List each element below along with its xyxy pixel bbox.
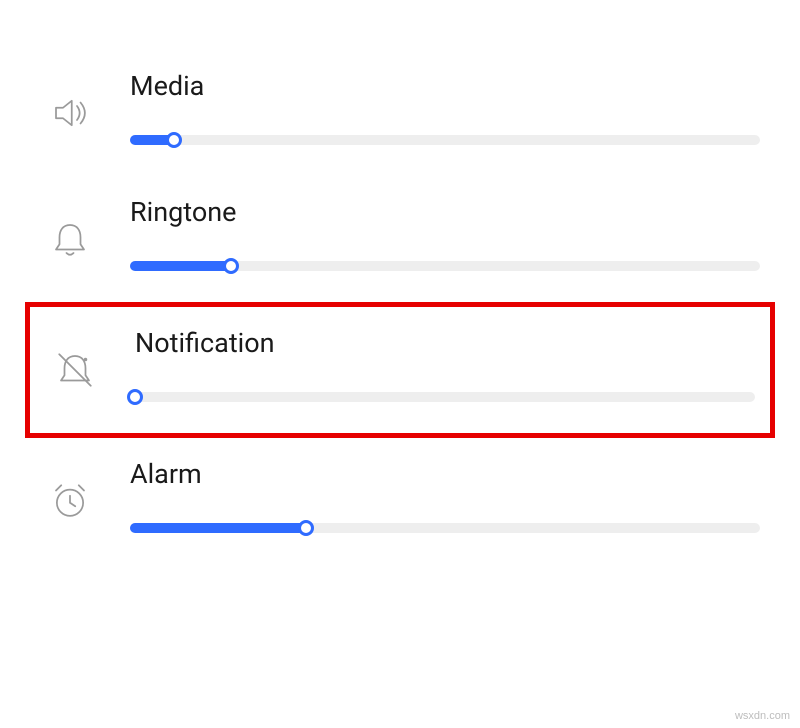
slider-thumb[interactable]: [166, 132, 182, 148]
watermark: wsxdn.com: [735, 710, 790, 722]
volume-row-alarm: Alarm: [0, 438, 800, 564]
volume-label-notification: Notification: [135, 327, 755, 359]
slider-track: [130, 135, 760, 145]
volume-row-media: Media: [0, 50, 800, 176]
slider-thumb[interactable]: [223, 258, 239, 274]
bell-muted-icon: [45, 327, 105, 391]
volume-slider-ringtone[interactable]: [130, 258, 760, 272]
volume-label-ringtone: Ringtone: [130, 196, 760, 228]
slider-thumb[interactable]: [127, 389, 143, 405]
volume-row-notification: Notification: [25, 302, 775, 438]
volume-slider-alarm[interactable]: [130, 520, 760, 534]
slider-fill: [130, 523, 306, 533]
volume-row-ringtone: Ringtone: [0, 176, 800, 302]
volume-slider-notification[interactable]: [135, 389, 755, 403]
alarm-clock-icon: [40, 458, 100, 522]
slider-thumb[interactable]: [298, 520, 314, 536]
speaker-icon: [40, 70, 100, 134]
volume-label-alarm: Alarm: [130, 458, 760, 490]
slider-track: [135, 392, 755, 402]
volume-content-ringtone: Ringtone: [100, 196, 760, 272]
volume-settings-list: Media Ringtone: [0, 0, 800, 564]
bell-icon: [40, 196, 100, 260]
slider-fill: [130, 261, 231, 271]
volume-content-media: Media: [100, 70, 760, 146]
volume-slider-media[interactable]: [130, 132, 760, 146]
volume-label-media: Media: [130, 70, 760, 102]
volume-content-notification: Notification: [105, 327, 755, 403]
volume-content-alarm: Alarm: [100, 458, 760, 534]
